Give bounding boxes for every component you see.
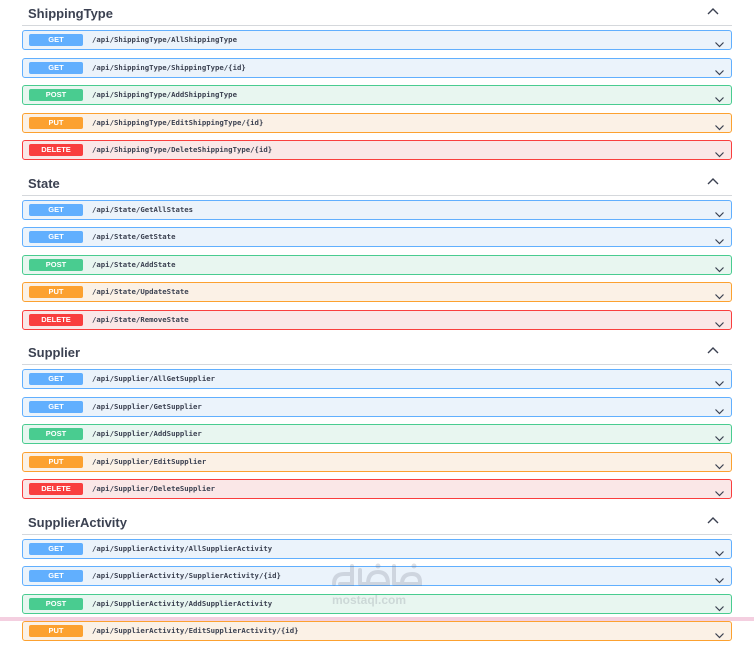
- operations-list: GET/api/ShippingType/AllShippingType GET /…: [0, 26, 754, 160]
- chevron-down-icon[interactable]: [714, 571, 725, 584]
- tag-title: ShippingType: [28, 6, 113, 21]
- chevron-down-icon[interactable]: [714, 232, 725, 245]
- operation-row[interactable]: GET/api/State/GetAllStates: [22, 199, 732, 220]
- endpoint-path: /api/Supplier/AllGetSupplier: [92, 374, 216, 383]
- http-method-badge: POST: [29, 258, 83, 271]
- http-method-badge: GET: [29, 570, 83, 582]
- operations-list: GET/api/State/GetAllStates GET/api/State/…: [0, 196, 754, 330]
- http-method-badge: POST: [29, 597, 83, 610]
- chevron-down-icon[interactable]: [714, 90, 725, 103]
- operation-row[interactable]: POST/api/SupplierActivity/AddSupplierAct…: [22, 593, 732, 614]
- swagger-operations-list: ShippingType GET/api/ShippingType/AllShip…: [0, 0, 754, 651]
- http-method-badge: PUT: [29, 455, 83, 468]
- endpoint-path: /api/SupplierActivity/SupplierActivity/{…: [92, 571, 281, 580]
- tag-section: State GET/api/State/GetAllStates GET/api/S…: [0, 170, 754, 340]
- operation-row[interactable]: PUT/api/Supplier/EditSupplier: [22, 451, 732, 472]
- chevron-down-icon[interactable]: [714, 599, 725, 611]
- chevron-up-icon[interactable]: [706, 4, 720, 18]
- operation-row[interactable]: POST/api/Supplier/AddSupplier: [22, 424, 732, 444]
- tag-section-header[interactable]: SupplierActivity: [22, 509, 732, 535]
- endpoint-path: /api/ShippingType/DeleteShippingType/{id…: [92, 145, 273, 154]
- operations-list: GET/api/SupplierActivity/AllSupplierActi…: [0, 535, 754, 641]
- endpoint-path: /api/State/UpdateState: [92, 287, 189, 296]
- chevron-down-icon[interactable]: [714, 63, 725, 75]
- chevron-down-icon[interactable]: [714, 118, 725, 130]
- chevron-down-icon[interactable]: [714, 402, 725, 414]
- tag-section: Supplier GET/api/Supplier/AllGetSupplier G…: [0, 339, 754, 509]
- operation-row[interactable]: GET/api/SupplierActivity/AllSupplierActi…: [22, 538, 732, 559]
- http-method-badge: DELETE: [29, 483, 83, 495]
- http-method-badge: GET: [29, 400, 83, 413]
- chevron-down-icon[interactable]: [714, 374, 725, 387]
- operation-row[interactable]: POST/api/ShippingType/AddShippingType: [22, 85, 732, 105]
- chevron-down-icon[interactable]: [714, 315, 725, 327]
- endpoint-path: /api/ShippingType/EditShippingType/{id}: [92, 117, 264, 127]
- http-method-badge: POST: [29, 89, 83, 101]
- endpoint-path: /api/Supplier/DeleteSupplier: [92, 484, 216, 493]
- chevron-down-icon[interactable]: [714, 205, 725, 217]
- operation-row[interactable]: GET/api/Supplier/AllGetSupplier: [22, 369, 732, 389]
- tag-section: SupplierActivity GET/api/SupplierActivity…: [0, 509, 754, 651]
- http-method-badge: DELETE: [29, 313, 83, 326]
- endpoint-path: /api/SupplierActivity/AllSupplierActivit…: [92, 543, 273, 553]
- http-method-badge: PUT: [29, 116, 83, 129]
- chevron-down-icon[interactable]: [714, 145, 725, 158]
- chevron-down-icon[interactable]: [714, 484, 725, 497]
- operation-row[interactable]: GET/api/Supplier/GetSupplier: [22, 396, 732, 417]
- endpoint-path: /api/ShippingType/AllShippingType: [92, 35, 237, 44]
- bottom-edge-bar: [0, 617, 754, 621]
- endpoint-path: /api/Supplier/EditSupplier: [92, 456, 207, 466]
- operation-row[interactable]: PUT/api/State/UpdateState: [22, 282, 732, 302]
- operation-row[interactable]: DELETE/api/ShippingType/DeleteShippingTy…: [22, 140, 732, 160]
- tag-title: State: [28, 175, 60, 191]
- chevron-down-icon[interactable]: [714, 429, 725, 442]
- chevron-down-icon[interactable]: [714, 260, 725, 272]
- endpoint-path: /api/Supplier/GetSupplier: [92, 401, 202, 411]
- tag-section-header[interactable]: ShippingType: [22, 0, 732, 26]
- endpoint-path: /api/State/AddState: [92, 259, 176, 269]
- operation-row[interactable]: GET/api/SupplierActivity/SupplierActivit…: [22, 566, 732, 586]
- http-method-badge: GET: [29, 542, 83, 555]
- endpoint-path: /api/SupplierActivity/AddSupplierActivit…: [92, 598, 273, 608]
- tag-title: SupplierActivity: [28, 514, 127, 530]
- operation-row[interactable]: GET/api/ShippingType/AllShippingType: [22, 30, 732, 50]
- endpoint-path: /api/State/GetAllStates: [92, 204, 194, 214]
- tag-title: Supplier: [28, 345, 81, 360]
- http-method-badge: PUT: [29, 286, 83, 298]
- operation-row[interactable]: POST/api/State/AddState: [22, 254, 732, 275]
- chevron-up-icon[interactable]: [706, 343, 720, 357]
- chevron-up-icon[interactable]: [706, 174, 720, 188]
- operation-row[interactable]: DELETE/api/State/RemoveState: [22, 309, 732, 330]
- tag-section-header[interactable]: State: [22, 170, 732, 196]
- http-method-badge: DELETE: [29, 144, 83, 156]
- chevron-down-icon[interactable]: [714, 544, 725, 556]
- endpoint-path: /api/State/RemoveState: [92, 314, 189, 324]
- http-method-badge: GET: [29, 203, 83, 216]
- chevron-down-icon[interactable]: [714, 35, 725, 48]
- http-method-badge: POST: [29, 428, 83, 440]
- http-method-badge: GET: [29, 231, 83, 243]
- http-method-badge: GET: [29, 61, 83, 74]
- endpoint-path: /api/ShippingType/AddShippingType: [92, 90, 237, 99]
- operation-row[interactable]: PUT/api/SupplierActivity/EditSupplierAct…: [22, 621, 732, 641]
- operation-row[interactable]: GET/api/State/GetState: [22, 227, 732, 247]
- operations-list: GET/api/Supplier/AllGetSupplier GET/api/S…: [0, 365, 754, 499]
- chevron-down-icon[interactable]: [714, 457, 725, 469]
- chevron-up-icon[interactable]: [706, 513, 720, 527]
- http-method-badge: GET: [29, 373, 83, 385]
- chevron-down-icon[interactable]: [714, 626, 725, 639]
- tag-section-header[interactable]: Supplier: [22, 339, 732, 365]
- endpoint-path: /api/SupplierActivity/EditSupplierActivi…: [92, 626, 299, 635]
- http-method-badge: PUT: [29, 625, 83, 637]
- chevron-down-icon[interactable]: [714, 287, 725, 300]
- endpoint-path: /api/Supplier/AddSupplier: [92, 429, 202, 438]
- endpoint-path: /api/ShippingType/ShippingType/{id}: [92, 62, 246, 72]
- operation-row[interactable]: DELETE/api/Supplier/DeleteSupplier: [22, 479, 732, 499]
- tag-section: ShippingType GET/api/ShippingType/AllShip…: [0, 0, 754, 170]
- operation-row[interactable]: PUT/api/ShippingType/EditShippingType/{i…: [22, 112, 732, 133]
- endpoint-path: /api/State/GetState: [92, 232, 176, 241]
- operation-row[interactable]: GET/api/ShippingType/ShippingType/{id}: [22, 57, 732, 78]
- http-method-badge: GET: [29, 34, 83, 46]
